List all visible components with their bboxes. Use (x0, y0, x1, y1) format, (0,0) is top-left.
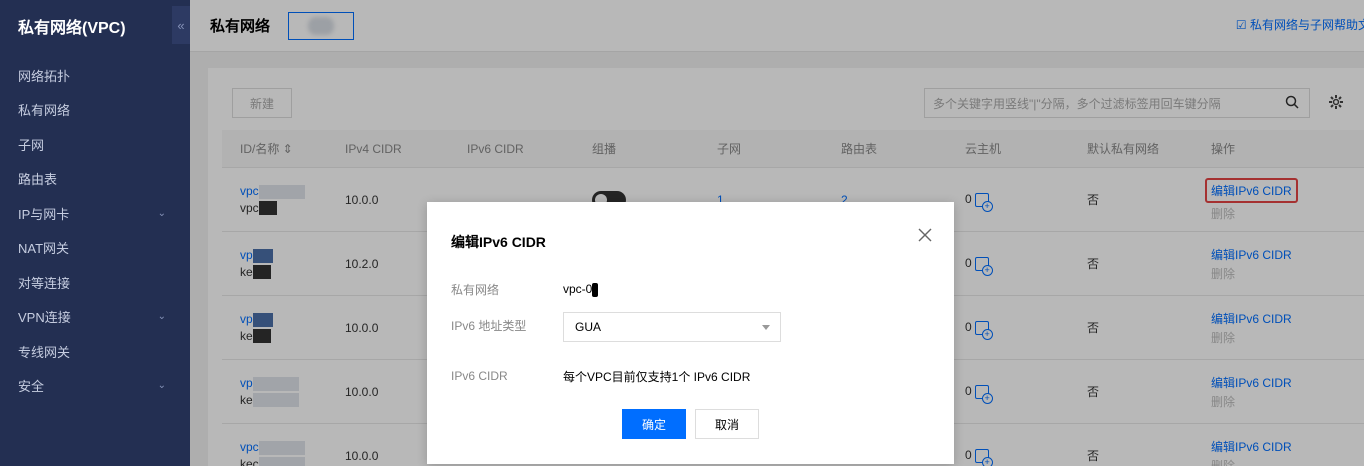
sidebar-item-route-table[interactable]: 路由表 (0, 162, 190, 197)
ipv6-type-value: GUA (575, 320, 602, 334)
sidebar-item-topology[interactable]: 网络拓扑 (0, 58, 190, 93)
chevron-down-icon: ⌄ (157, 207, 166, 219)
sidebar: 私有网络(VPC) « 网络拓扑 私有网络 子网 路由表 IP与网卡 ⌄ NAT网… (0, 0, 190, 466)
sidebar-item-label: NAT网关 (18, 241, 70, 257)
sidebar-item-ip-nic[interactable]: IP与网卡 ⌄ (0, 196, 190, 231)
vpc-value-text: vpc-0 (563, 282, 593, 296)
collapse-sidebar-button[interactable]: « (172, 6, 190, 44)
sidebar-header: 私有网络(VPC) « (0, 0, 190, 52)
sidebar-item-security[interactable]: 安全 ⌄ (0, 369, 190, 404)
sidebar-item-label: 安全 (18, 379, 45, 395)
ipv6-type-label: IPv6 地址类型 (451, 319, 527, 333)
dialog-title: 编辑IPv6 CIDR (451, 234, 546, 250)
sidebar-nav: 网络拓扑 私有网络 子网 路由表 IP与网卡 ⌄ NAT网关 对等连接 VPN连接… (0, 52, 190, 403)
sidebar-item-label: IP与网卡 (18, 206, 70, 222)
sidebar-item-nat[interactable]: NAT网关 (0, 231, 190, 266)
sidebar-item-vpc[interactable]: 私有网络 (0, 93, 190, 128)
chevron-down-icon: ⌄ (157, 380, 166, 392)
sidebar-item-peering[interactable]: 对等连接 (0, 265, 190, 300)
sidebar-item-dc-gateway[interactable]: 专线网关 (0, 334, 190, 369)
cancel-button[interactable]: 取消 (695, 409, 759, 439)
redacted (592, 282, 599, 297)
sidebar-item-label: 子网 (18, 137, 45, 153)
vpc-value: vpc-0 (563, 282, 599, 297)
ipv6-type-select[interactable]: GUA (563, 312, 781, 342)
sidebar-item-label: 专线网关 (18, 344, 71, 360)
vpc-label: 私有网络 (451, 283, 500, 297)
sidebar-item-subnet[interactable]: 子网 (0, 127, 190, 162)
confirm-button[interactable]: 确定 (622, 409, 686, 439)
sidebar-item-label: 路由表 (18, 172, 58, 188)
chevron-down-icon: ⌄ (157, 311, 166, 323)
sidebar-item-label: 私有网络 (18, 103, 71, 119)
ipv6-cidr-label: IPv6 CIDR (451, 369, 508, 383)
sidebar-item-label: VPN连接 (18, 310, 71, 326)
sidebar-item-vpn[interactable]: VPN连接 ⌄ (0, 300, 190, 335)
close-icon[interactable] (918, 228, 932, 242)
sidebar-item-label: 网络拓扑 (18, 68, 71, 84)
chevron-down-icon (762, 325, 770, 330)
edit-ipv6-cidr-dialog: 编辑IPv6 CIDR 私有网络 vpc-0 IPv6 地址类型 GUA IPv… (427, 202, 954, 464)
sidebar-title: 私有网络(VPC) (18, 20, 126, 37)
ipv6-cidr-note: 每个VPC目前仅支持1个 IPv6 CIDR (563, 370, 751, 384)
sidebar-item-label: 对等连接 (18, 275, 71, 291)
